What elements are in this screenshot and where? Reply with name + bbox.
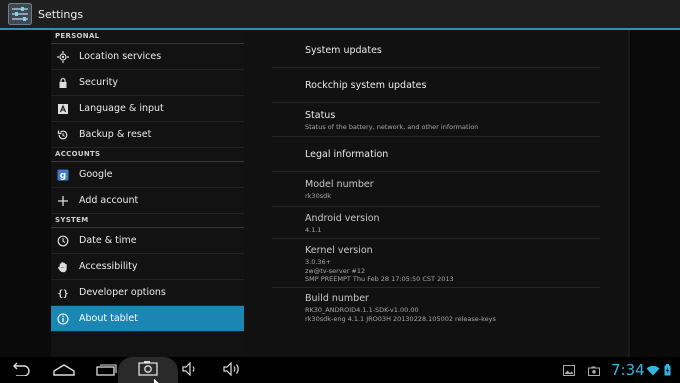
volume-up-icon	[223, 361, 243, 380]
lock-icon	[57, 77, 69, 89]
recent-apps-icon	[96, 361, 118, 380]
sidebar-item-label: Language & input	[79, 103, 164, 114]
rockchip-updates-label: Rockchip system updates	[305, 80, 427, 91]
sidebar-item-backup-reset[interactable]: Backup & reset	[51, 122, 244, 148]
legal-information-label: Legal information	[305, 149, 389, 160]
sidebar-item-label: Backup & reset	[79, 129, 152, 140]
rockchip-updates-item[interactable]: Rockchip system updates	[272, 68, 600, 103]
sidebar-item-label: Google	[79, 169, 113, 180]
location-icon	[57, 50, 69, 63]
build-number-item: Build number RK30_ANDROID4.1.1-SDK-v1.00…	[272, 288, 600, 328]
camera-small-icon	[588, 361, 600, 380]
plus-icon	[57, 195, 69, 207]
sidebar-item-developer-options[interactable]: {} Developer options	[51, 280, 244, 306]
kernel-version-line: 3.0.36+	[305, 258, 332, 266]
image-icon	[563, 361, 575, 380]
wifi-icon	[646, 361, 660, 380]
hand-icon	[57, 261, 69, 273]
kernel-version-item: Kernel version 3.0.36+ zw@tv-server #12 …	[272, 239, 600, 288]
sidebar-item-google[interactable]: g Google	[51, 162, 244, 188]
sidebar-item-label: Date & time	[79, 235, 137, 246]
back-button[interactable]	[10, 359, 32, 381]
sidebar-item-accessibility[interactable]: Accessibility	[51, 254, 244, 280]
gallery-notification[interactable]	[562, 359, 576, 381]
sidebar-item-about-tablet[interactable]: About tablet	[51, 306, 244, 332]
pane-divider	[628, 30, 630, 357]
screenshot-notification[interactable]	[587, 359, 601, 381]
back-icon	[11, 361, 31, 380]
status-item[interactable]: Status Status of the battery, network, a…	[272, 103, 600, 137]
sidebar-item-label: Add account	[79, 195, 139, 206]
sidebar-item-label: About tablet	[79, 313, 138, 324]
sidebar-item-language-input[interactable]: Language & input	[51, 96, 244, 122]
svg-text:g: g	[60, 171, 66, 181]
sidebar-item-label: Developer options	[79, 287, 166, 298]
sidebar-item-location-services[interactable]: Location services	[51, 44, 244, 70]
sidebar-item-security[interactable]: Security	[51, 70, 244, 96]
settings-content: Personal Location services Security Lang…	[0, 30, 680, 357]
status-title: Status	[305, 110, 336, 121]
section-header-system: System	[51, 214, 244, 228]
sidebar-item-date-time[interactable]: Date & time	[51, 228, 244, 254]
volume-up-button[interactable]	[222, 359, 244, 381]
info-icon	[57, 312, 69, 325]
home-icon	[53, 361, 75, 380]
svg-text:{}: {}	[58, 289, 69, 299]
wifi-status[interactable]	[646, 359, 660, 381]
system-updates-label: System updates	[305, 45, 382, 56]
android-version-value: 4.1.1	[305, 226, 322, 234]
mouse-cursor-icon	[153, 373, 161, 383]
status-clock[interactable]: 7:34	[611, 357, 645, 383]
sidebar-item-label: Security	[79, 77, 119, 88]
about-tablet-pane: System updates Rockchip system updates S…	[244, 30, 628, 357]
android-version-item: Android version 4.1.1	[272, 207, 600, 239]
section-header-accounts: Accounts	[51, 148, 244, 162]
recent-apps-button[interactable]	[95, 359, 119, 381]
action-bar: Settings	[0, 0, 680, 30]
sidebar-item-label: Accessibility	[79, 261, 138, 272]
sidebar-item-add-account[interactable]: Add account	[51, 188, 244, 214]
section-header-personal: Personal	[51, 30, 244, 44]
clock-icon	[57, 235, 69, 247]
settings-sliders-icon[interactable]	[8, 3, 32, 25]
build-number-line: RK30_ANDROID4.1.1-SDK-v1.00.00	[305, 306, 419, 314]
backup-icon	[57, 129, 69, 141]
keyboard-icon	[57, 103, 69, 115]
android-version-title: Android version	[305, 213, 380, 224]
home-button[interactable]	[52, 359, 76, 381]
kernel-version-line: SMP PREEMPT Thu Feb 28 17:05:50 CST 2013	[305, 275, 454, 283]
status-summary: Status of the battery, network, and othe…	[305, 123, 479, 131]
sidebar-item-label: Location services	[79, 51, 162, 62]
build-number-title: Build number	[305, 293, 369, 304]
model-number-value: rk30sdk	[305, 192, 331, 200]
model-number-title: Model number	[305, 179, 374, 190]
system-nav-bar: 7:34	[0, 357, 680, 383]
braces-icon: {}	[57, 287, 69, 299]
app-title: Settings	[38, 7, 84, 21]
legal-information-item[interactable]: Legal information	[272, 137, 600, 172]
battery-charging-icon	[664, 361, 671, 380]
system-updates-item[interactable]: System updates	[272, 33, 600, 68]
battery-status[interactable]	[662, 359, 672, 381]
volume-down-button[interactable]	[181, 359, 201, 381]
kernel-version-line: zw@tv-server #12	[305, 266, 366, 275]
kernel-version-title: Kernel version	[305, 245, 373, 256]
screenshot-button[interactable]	[118, 357, 178, 383]
volume-down-icon	[182, 361, 200, 380]
settings-sidebar: Personal Location services Security Lang…	[51, 30, 244, 357]
model-number-item: Model number rk30sdk	[272, 172, 600, 207]
build-number-line: rk30sdk-eng 4.1.1 JRO03H 20130228.105002…	[305, 314, 496, 323]
google-icon: g	[57, 169, 69, 181]
